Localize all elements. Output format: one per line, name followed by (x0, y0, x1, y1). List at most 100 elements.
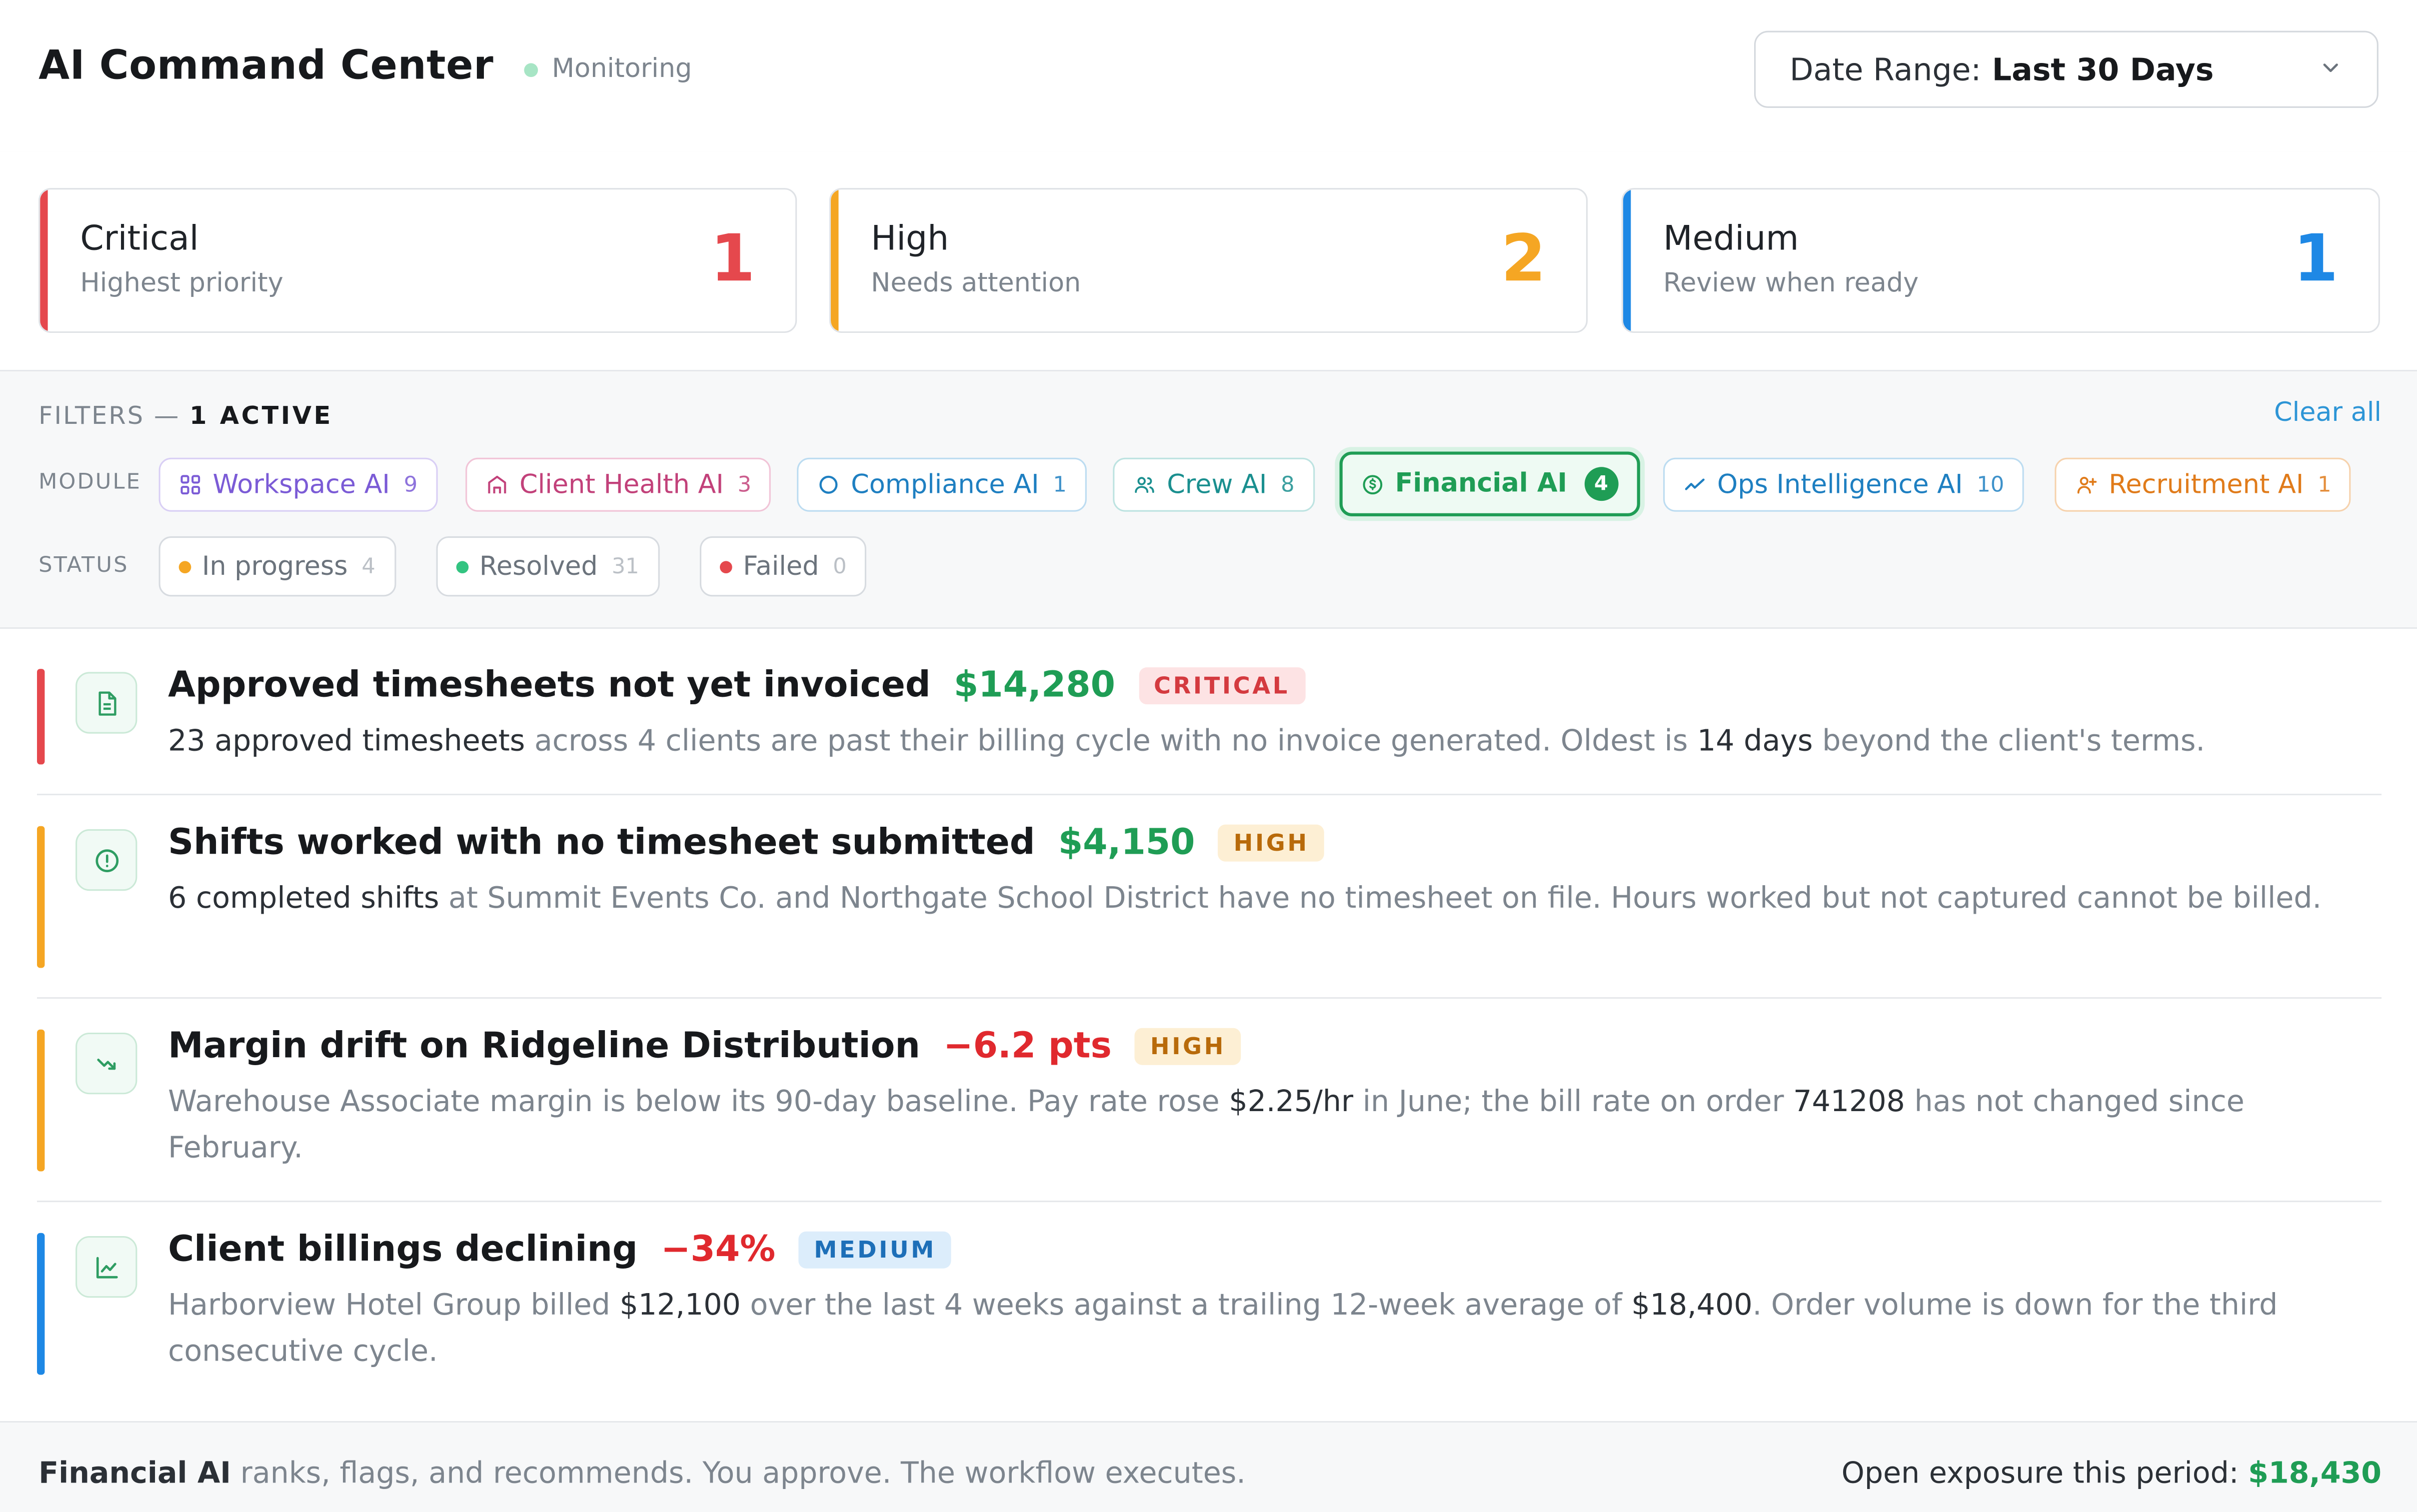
filter-chip-compliance-ai[interactable]: Compliance AI 1 (797, 457, 1087, 512)
status-dot-icon (178, 560, 191, 573)
grid-icon (180, 475, 200, 495)
priority-bar (40, 189, 48, 331)
severity-bar (37, 1029, 45, 1172)
chip-count: 4 (1584, 467, 1618, 501)
priority-title: Medium (1663, 220, 1799, 259)
alert-title: Client billings declining (168, 1230, 638, 1270)
filters-active-count: 1 ACTIVE (189, 400, 333, 430)
alert-item[interactable]: Margin drift on Ridgeline Distribution −… (37, 1027, 2382, 1172)
status-dot-icon (456, 560, 469, 573)
divider (37, 997, 2382, 999)
desc-text: in June; the bill rate on order (1353, 1085, 1794, 1119)
trending-down-icon (96, 1058, 115, 1069)
alert-description: Harborview Hotel Group billed $12,100 ov… (168, 1282, 2357, 1375)
priority-bar (1623, 189, 1631, 331)
priority-card-high[interactable]: High Needs attention 2 (829, 188, 1588, 333)
chip-count: 3 (737, 472, 751, 497)
priority-bar (831, 189, 839, 331)
alert-metric: $4,150 (1058, 823, 1195, 863)
chip-label: In progress (201, 551, 348, 582)
priority-title: High (871, 220, 949, 259)
priority-card-critical[interactable]: Critical Highest priority 1 (38, 188, 797, 333)
building-icon (488, 475, 506, 494)
status-chip-in-progress[interactable]: In progress 4 (158, 536, 395, 597)
status-chip-resolved[interactable]: Resolved 31 (436, 536, 659, 597)
alert-title: Shifts worked with no timesheet submitte… (168, 823, 1035, 863)
chip-label: Recruitment AI (2109, 469, 2304, 500)
severity-badge: HIGH (1218, 824, 1325, 862)
footer-brand: Financial AI (38, 1456, 231, 1491)
filter-chip-crew-ai[interactable]: Crew AI 8 (1113, 457, 1315, 512)
chip-count: 10 (1977, 472, 2005, 497)
alert-icon-wrap (75, 672, 137, 734)
circle-icon (819, 475, 838, 494)
alert-description: Warehouse Associate margin is below its … (168, 1079, 2357, 1171)
severity-bar (37, 669, 45, 765)
exposure-value: $18,430 (2248, 1456, 2382, 1491)
priority-subtitle: Review when ready (1663, 268, 1919, 299)
priority-subtitle: Needs attention (871, 268, 1081, 299)
desc-highlight: 23 approved timesheets (168, 724, 525, 759)
chip-count: 0 (833, 554, 847, 579)
filters-label: FILTERS — 1 ACTIVE (38, 401, 333, 430)
alert-title: Approved timesheets not yet invoiced (168, 666, 931, 706)
alert-icon-wrap (75, 829, 137, 891)
desc-text: beyond the client's terms. (1813, 724, 2206, 759)
chip-count: 1 (2318, 472, 2332, 497)
chip-label: Resolved (479, 551, 598, 582)
alert-title: Margin drift on Ridgeline Distribution (168, 1026, 920, 1067)
desc-text: Harborview Hotel Group billed (168, 1288, 620, 1323)
severity-badge: HIGH (1135, 1028, 1241, 1065)
priority-card-medium[interactable]: Medium Review when ready 1 (1621, 188, 2380, 333)
clear-all-link[interactable]: Clear all (2274, 398, 2382, 429)
document-icon (97, 690, 116, 715)
desc-highlight: $18,400 (1631, 1288, 1753, 1323)
status-chip-failed[interactable]: Failed 0 (699, 536, 867, 597)
chip-count: 9 (403, 472, 418, 497)
chip-label: Financial AI (1395, 468, 1568, 500)
filter-chip-recruitment-ai[interactable]: Recruitment AI 1 (2055, 457, 2352, 512)
alert-item[interactable]: Approved timesheets not yet invoiced $14… (37, 666, 2382, 765)
module-label: MODULE (38, 470, 142, 495)
date-range-select[interactable]: Date Range: Last 30 Days (1754, 30, 2379, 108)
filter-chip-ops-intelligence-ai[interactable]: Ops Intelligence AI 10 (1663, 457, 2025, 512)
chip-label: Crew AI (1167, 469, 1267, 500)
alert-title-row: Shifts worked with no timesheet submitte… (168, 823, 1325, 863)
filter-chip-client-health-ai[interactable]: Client Health AI 3 (465, 457, 772, 512)
status-label: STATUS (38, 553, 129, 578)
chip-count: 4 (361, 554, 375, 579)
alert-title-row: Margin drift on Ridgeline Distribution −… (168, 1027, 1241, 1067)
desc-highlight: $12,100 (619, 1288, 741, 1323)
desc-highlight: $2.25/hr (1229, 1085, 1354, 1119)
filters-panel: FILTERS — 1 ACTIVE Clear all MODULE Work… (0, 371, 2417, 629)
filter-chip-workspace-ai[interactable]: Workspace AI 9 (158, 457, 438, 512)
alert-description: 6 completed shifts at Summit Events Co. … (168, 875, 2357, 922)
desc-highlight: 6 completed shifts (168, 881, 439, 916)
desc-text: across 4 clients are past their billing … (525, 724, 1697, 759)
monitoring-label: Monitoring (551, 53, 692, 85)
alert-icon-wrap (75, 1236, 137, 1298)
severity-badge: MEDIUM (798, 1231, 952, 1269)
severity-badge: CRITICAL (1138, 667, 1305, 705)
alert-metric: $14,280 (953, 666, 1115, 706)
pulse-icon (1685, 478, 1705, 490)
dollar-circle-icon (1363, 474, 1383, 494)
priority-count: 2 (1501, 220, 1546, 296)
filter-chip-financial-ai[interactable]: Financial AI 4 (1339, 451, 1640, 516)
footer-text: ranks, flags, and recommends. You approv… (231, 1456, 1246, 1491)
desc-text: at Summit Events Co. and Northgate Schoo… (439, 881, 2322, 916)
user-plus-icon (2077, 477, 2097, 494)
desc-highlight: 14 days (1697, 724, 1813, 759)
alert-circle-icon (94, 848, 118, 872)
chip-count: 1 (1053, 472, 1067, 497)
priority-subtitle: Highest priority (80, 268, 283, 299)
alert-item[interactable]: Shifts worked with no timesheet submitte… (37, 823, 2382, 968)
alert-item[interactable]: Client billings declining −34% MEDIUM Ha… (37, 1230, 2382, 1375)
footer: Financial AI ranks, flags, and recommend… (0, 1421, 2417, 1512)
filters-heading: FILTERS — (38, 400, 180, 430)
header: AI Command Center Monitoring Date Range:… (0, 0, 2417, 153)
chip-label: Compliance AI (851, 469, 1039, 500)
footer-tagline: Financial AI ranks, flags, and recommend… (38, 1457, 1246, 1491)
users-icon (1135, 477, 1154, 493)
chip-label: Failed (743, 551, 819, 582)
